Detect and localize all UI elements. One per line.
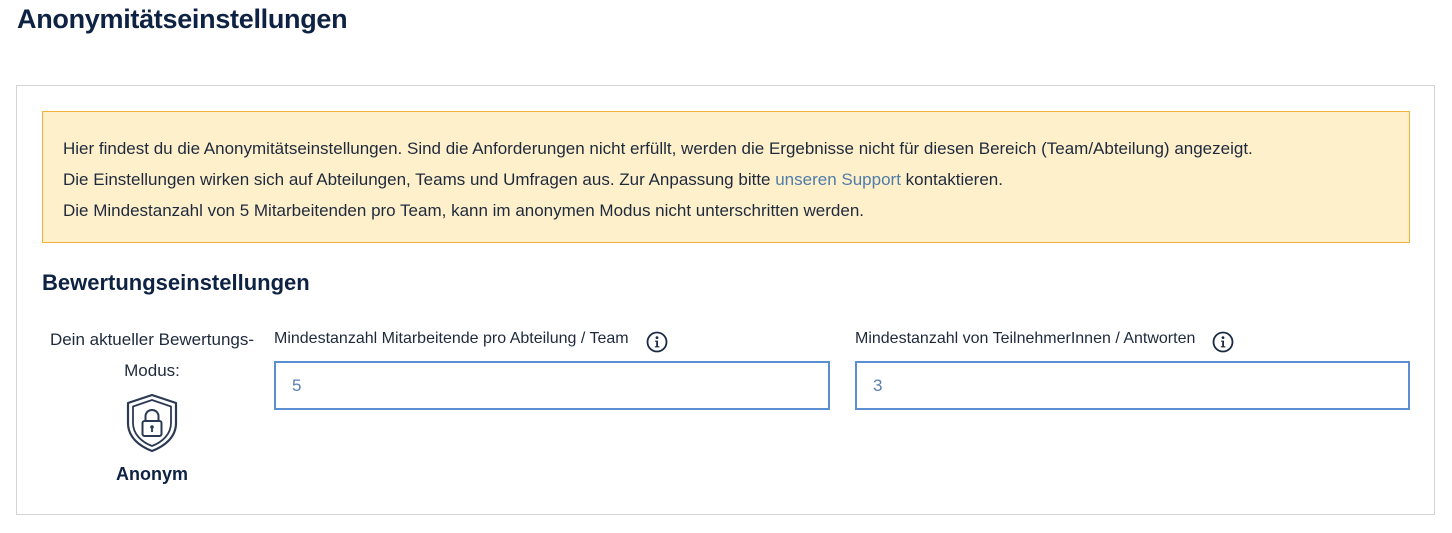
info-icon[interactable] [646,331,668,353]
min-employees-label: Mindestanzahl Mitarbeitende pro Abteilun… [274,330,629,347]
notice-line-2-text: Die Einstellungen wirken sich auf Abteil… [63,170,776,189]
min-participants-label: Mindestanzahl von TeilnehmerInnen / Antw… [855,330,1196,347]
notice-line-2-suffix: kontaktieren. [900,170,1003,189]
shield-lock-icon [126,393,178,453]
field-min-employees: Mindestanzahl Mitarbeitende pro Abteilun… [274,324,830,410]
rating-mode-box: Dein aktueller Bewertungs- Modus: Anonym [42,324,262,485]
field-min-participants: Mindestanzahl von TeilnehmerInnen / Antw… [855,324,1410,410]
rating-mode-label-line-1: Dein aktueller Bewertungs- [49,330,255,349]
page-title: Anonymitätseinstellungen [17,4,348,34]
notice-line-2: Die Einstellungen wirken sich auf Abteil… [63,164,1389,195]
section-title: Bewertungseinstellungen [42,270,310,295]
notice-line-3: Die Mindestanzahl von 5 Mitarbeitenden p… [63,201,865,220]
min-employees-input[interactable]: 5 [274,361,830,410]
info-notice: Hier findest du die Anonymitätseinstellu… [42,111,1410,243]
rating-mode-value: Anonym [116,464,188,484]
anonymity-settings-panel: Hier findest du die Anonymitätseinstellu… [16,85,1435,515]
notice-line-1: Hier findest du die Anonymitätseinstellu… [63,139,1253,158]
info-icon[interactable] [1212,331,1234,353]
rating-mode-label-line-2: Modus: [124,361,180,380]
support-link[interactable]: unseren Support [775,170,901,189]
min-participants-input[interactable]: 3 [855,361,1410,410]
